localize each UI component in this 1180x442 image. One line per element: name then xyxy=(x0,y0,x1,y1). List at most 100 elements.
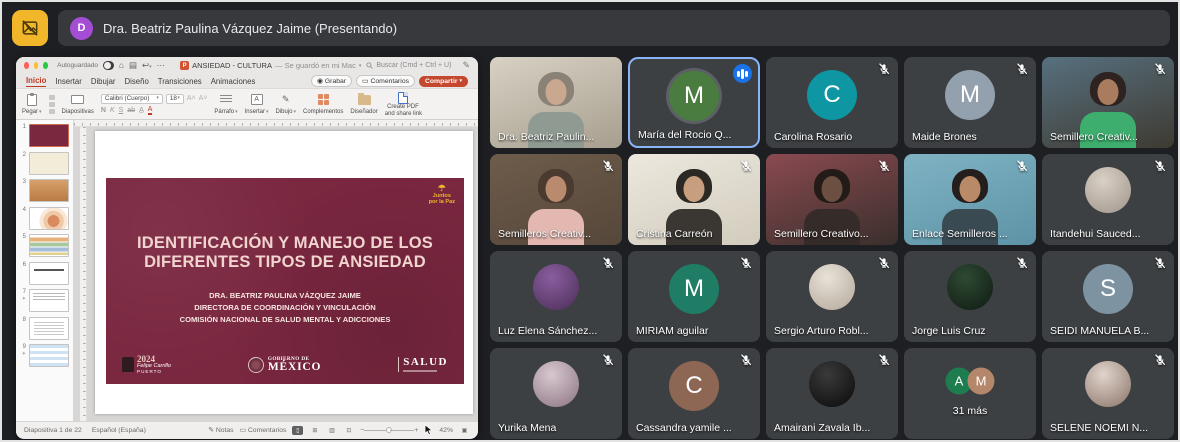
participant-tile[interactable]: Enlace Semilleros ... xyxy=(904,154,1036,245)
slides-group[interactable]: Diapositivas xyxy=(62,91,94,117)
slide-thumbnail-4[interactable]: 4 xyxy=(18,207,69,230)
more-icon[interactable]: ⋯ xyxy=(157,61,166,70)
tab-diseño[interactable]: Diseño xyxy=(125,76,149,87)
insert-group[interactable]: A Insertar▾ xyxy=(245,91,269,117)
participant-name: SELENE NOEMI N... xyxy=(1050,422,1168,434)
home-icon[interactable]: ⌂ xyxy=(119,61,124,70)
clipboard-mini-buttons[interactable] xyxy=(49,91,55,117)
italic-button[interactable]: K xyxy=(110,107,115,114)
participant-name: María del Rocio Q... xyxy=(638,129,752,141)
draw-group[interactable]: ✎ Dibujo▾ xyxy=(275,91,296,117)
tab-animaciones[interactable]: Animaciones xyxy=(211,76,256,87)
participant-name: MIRIAM aguilar xyxy=(636,325,754,337)
minimize-window-button[interactable] xyxy=(34,62,39,69)
participant-tile[interactable]: Yurika Mena xyxy=(490,348,622,439)
slide-thumbnail-3[interactable]: 3 xyxy=(18,179,69,202)
mic-muted-icon xyxy=(739,353,753,367)
slide-sorter-view-button[interactable]: ⊞ xyxy=(309,426,320,435)
slide-thumbnail-2[interactable]: 2 xyxy=(18,152,69,175)
participant-tile[interactable]: MMaría del Rocio Q... xyxy=(628,57,760,148)
tab-dibujar[interactable]: Dibujar xyxy=(91,76,116,87)
participant-tile[interactable]: MMIRIAM aguilar xyxy=(628,251,760,342)
paste-group[interactable]: Pegar▾ xyxy=(22,91,42,117)
participant-tile[interactable]: Itandehui Sauced... xyxy=(1042,154,1174,245)
highlight-button[interactable]: A̲ xyxy=(139,107,144,114)
grow-font-button[interactable]: A˄ xyxy=(187,95,196,102)
participant-tile[interactable]: SSEIDI MANUELA B... xyxy=(1042,251,1174,342)
mic-muted-icon xyxy=(877,159,891,173)
participant-tile[interactable]: AM31 más xyxy=(904,348,1036,439)
strikethrough-button[interactable]: ab xyxy=(127,107,135,114)
slide-page[interactable]: ☂ Juntos por la Paz IDENTIFICACIÓN Y MAN… xyxy=(95,131,473,414)
salud-logo: SALUD xyxy=(398,357,448,372)
font-color-button[interactable]: A xyxy=(148,106,153,115)
close-window-button[interactable] xyxy=(24,62,29,69)
zoom-in-icon[interactable]: + xyxy=(414,427,418,434)
underline-button[interactable]: S xyxy=(119,107,124,114)
bold-button[interactable]: N xyxy=(101,107,106,114)
thumbnail-preview xyxy=(29,262,69,285)
avatar: S xyxy=(1083,264,1133,314)
record-button[interactable]: ◉Grabar xyxy=(311,75,352,87)
slide-thumbnail-9[interactable]: 9✦ xyxy=(18,344,69,367)
slide-thumbnail-5[interactable]: 5 xyxy=(18,234,69,257)
comments-button[interactable]: ▭Comentarios xyxy=(356,75,415,87)
reading-view-button[interactable]: ▥ xyxy=(326,426,337,435)
zoom-slider[interactable]: − + xyxy=(360,427,418,434)
camera-off-button[interactable] xyxy=(12,10,48,46)
slide-title: IDENTIFICACIÓN Y MANEJO DE LOS DIFERENTE… xyxy=(112,234,458,272)
fit-slide-button[interactable]: ▣ xyxy=(459,426,470,435)
participant-tile[interactable]: Jorge Luis Cruz xyxy=(904,251,1036,342)
slide-thumbnail-1[interactable]: 1 xyxy=(18,124,69,147)
overflow-avatars: AM xyxy=(946,367,995,394)
font-name-select[interactable]: Calibri (Cuerpo)▾ xyxy=(101,94,163,104)
print-icon[interactable]: ▤ xyxy=(129,61,137,70)
participant-tile[interactable]: Amairani Zavala Ib... xyxy=(766,348,898,439)
share-button[interactable]: Compartir▾ xyxy=(419,76,468,87)
create-pdf-group[interactable]: Create PDF and share link xyxy=(385,91,422,117)
zoom-window-button[interactable] xyxy=(43,62,48,69)
slide-thumbnail-6[interactable]: 6 xyxy=(18,262,69,285)
tab-inicio[interactable]: Inicio xyxy=(26,75,46,87)
participant-tile[interactable]: Sergio Arturo Robl... xyxy=(766,251,898,342)
font-size-select[interactable]: 18▾ xyxy=(166,94,184,104)
paragraph-group[interactable]: Párrafo▾ xyxy=(214,91,237,117)
comments-statusbar-button[interactable]: ▭ Comentarios xyxy=(240,426,287,434)
tab-insertar[interactable]: Insertar xyxy=(55,76,81,87)
addins-grid-icon xyxy=(318,94,329,105)
slide-thumbnail-7[interactable]: 7✦ xyxy=(18,289,69,312)
normal-view-button[interactable]: ▯ xyxy=(292,426,303,435)
language-indicator[interactable]: Español (España) xyxy=(92,427,146,434)
shrink-font-button[interactable]: A˅ xyxy=(199,95,208,102)
addins-group[interactable]: Complementos xyxy=(303,91,343,117)
designer-group[interactable]: Diseñador xyxy=(350,91,377,117)
slide-thumbnail-8[interactable]: 8 xyxy=(18,317,69,340)
participant-name: Dra. Beatriz Paulin... xyxy=(498,131,616,143)
participant-tile[interactable]: Semilleros Creativ... xyxy=(490,154,622,245)
autosave-toggle[interactable] xyxy=(103,61,114,70)
search-field[interactable]: Buscar (Cmd + Ctrl + U) xyxy=(366,62,451,69)
slideshow-button[interactable]: ⊡ xyxy=(343,426,354,435)
participant-tile[interactable]: CCassandra yamile ... xyxy=(628,348,760,439)
participant-tile[interactable]: Semillero Creativo... xyxy=(766,154,898,245)
participant-tile[interactable]: Dra. Beatriz Paulin... xyxy=(490,57,622,148)
participant-tile[interactable]: Semillero Creativ... xyxy=(1042,57,1174,148)
participant-name: Carolina Rosario xyxy=(774,131,892,143)
tab-transiciones[interactable]: Transiciones xyxy=(158,76,202,87)
mic-muted-icon xyxy=(1153,62,1167,76)
font-group: Calibri (Cuerpo)▾ 18▾ A˄ A˅ N K S ab A̲ … xyxy=(101,91,208,117)
participant-tile[interactable]: MMaide Brones xyxy=(904,57,1036,148)
mic-muted-icon xyxy=(877,353,891,367)
participant-tile[interactable]: CCarolina Rosario xyxy=(766,57,898,148)
juntos-por-la-paz-badge: ☂ Juntos por la Paz xyxy=(429,184,455,206)
participant-tile[interactable]: Cristina Carreón xyxy=(628,154,760,245)
participant-tile[interactable]: Luz Elena Sánchez... xyxy=(490,251,622,342)
pen-share-icon[interactable]: ✎ xyxy=(462,60,470,71)
slide-footer: 2024 Felipe Carrillo PUERTO GOBIERNO DE xyxy=(122,355,448,375)
doc-title-chevron-icon[interactable]: ▾ xyxy=(359,63,362,69)
notes-button[interactable]: ✎ Notas xyxy=(208,426,233,434)
undo-icon[interactable]: ↩▾ xyxy=(142,61,152,70)
speaking-indicator-icon xyxy=(733,64,752,83)
powerpoint-app-icon: P xyxy=(180,61,189,70)
participant-tile[interactable]: SELENE NOEMI N... xyxy=(1042,348,1174,439)
